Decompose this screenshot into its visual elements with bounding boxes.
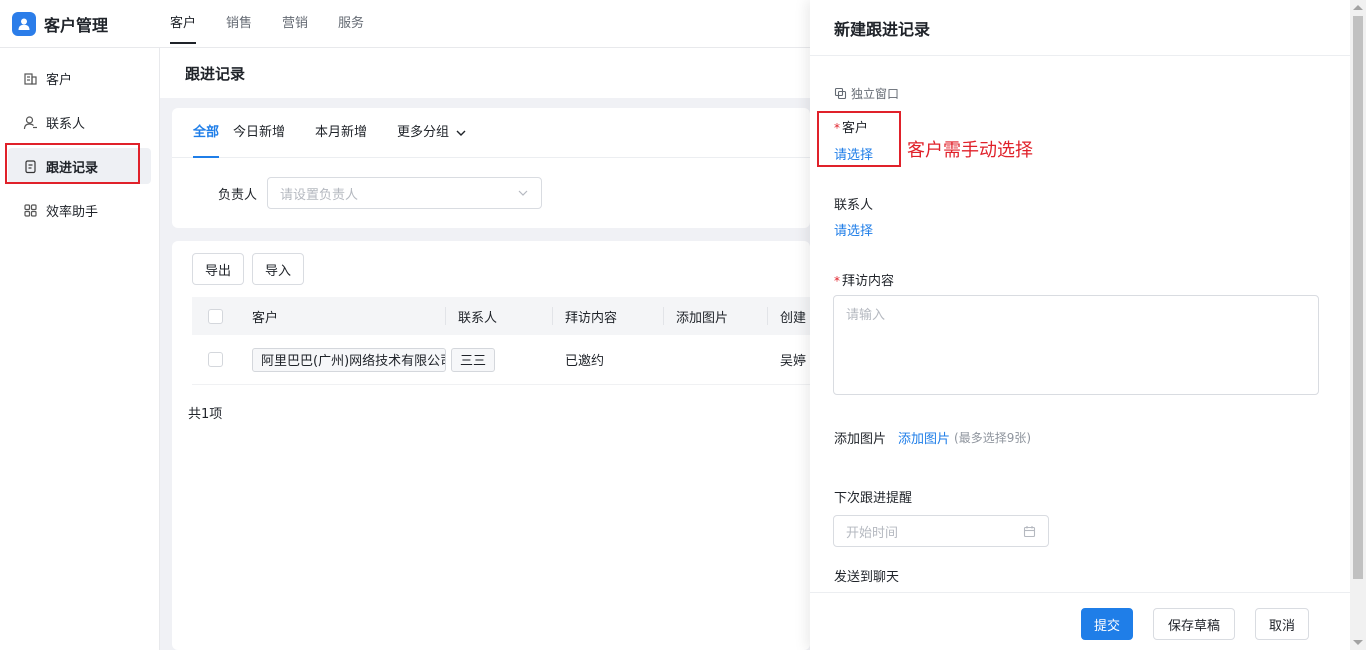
tab-today[interactable]: 今日新增 <box>233 108 285 158</box>
column-header-images: 添加图片 <box>676 310 729 326</box>
add-images-link[interactable]: 添加图片 <box>898 428 950 447</box>
grid-icon <box>22 202 38 218</box>
user-logo-icon <box>12 11 36 36</box>
app-title: 客户管理 <box>44 15 109 35</box>
top-bar: 客户管理 客户 销售 营销 服务 <box>0 0 810 48</box>
calendar-icon <box>1023 525 1036 538</box>
topnav-customer[interactable]: 客户 <box>170 0 197 48</box>
visit-content-cell: 已邀约 <box>565 354 605 369</box>
required-mark: * <box>834 274 840 288</box>
chevron-down-icon <box>517 187 529 199</box>
table-row[interactable]: 阿里巴巴(广州)网络技术有限公司 三三 已邀约 吴婷 <box>192 335 810 385</box>
new-followup-drawer: 新建跟进记录 独立窗口 * 客户 请选择 客户需手动选择 联系人 请选择 * 拜访内… <box>810 0 1366 650</box>
table-header: 客户 联系人 拜访内容 添加图片 创建 <box>192 297 810 335</box>
table-total: 共1项 <box>188 407 223 422</box>
page-title: 跟进记录 <box>160 48 810 98</box>
topnav-marketing[interactable]: 营销 <box>282 0 308 48</box>
reminder-date-input[interactable]: 开始时间 <box>833 515 1049 547</box>
owner-filter-label: 负责人 <box>218 187 258 203</box>
sidebar-item-label: 效率助手 <box>46 204 99 220</box>
sidebar-item-customer[interactable]: 客户 <box>8 60 151 96</box>
contact-tag[interactable]: 三三 <box>451 347 496 372</box>
contact-field-label: 联系人 <box>834 198 874 213</box>
reminder-date-placeholder: 开始时间 <box>846 525 899 541</box>
select-all-checkbox[interactable] <box>207 308 223 324</box>
column-header-contact: 联系人 <box>458 310 498 326</box>
tab-this-month[interactable]: 本月新增 <box>315 108 367 158</box>
highlight-box-customer <box>817 111 901 167</box>
row-checkbox[interactable] <box>207 352 223 367</box>
sidebar: 客户 联系人 跟进记录 效率助手 <box>0 48 160 650</box>
tab-bar: 全部 今日新增 本月新增 更多分组 <box>172 108 810 158</box>
topnav-service[interactable]: 服务 <box>338 0 364 48</box>
save-draft-button[interactable]: 保存草稿 <box>1153 608 1235 640</box>
followup-table: 客户 联系人 拜访内容 添加图片 创建 阿里巴巴(广州)网络技术有限公司 三三 … <box>192 297 810 385</box>
submit-button[interactable]: 提交 <box>1081 608 1133 640</box>
drawer-title: 新建跟进记录 <box>810 0 1366 56</box>
images-hint: (最多选择9张) <box>954 431 1032 445</box>
highlight-box-sidebar <box>5 143 140 184</box>
popout-icon <box>834 87 847 100</box>
sidebar-item-assistant[interactable]: 效率助手 <box>8 192 151 228</box>
building-icon <box>22 70 38 86</box>
send-chat-field-label: 发送到聊天 <box>834 570 900 585</box>
reminder-field-label: 下次跟进提醒 <box>834 491 913 506</box>
topnav-sales[interactable]: 销售 <box>226 0 252 48</box>
sidebar-item-contacts[interactable]: 联系人 <box>8 104 151 140</box>
main-content: 跟进记录 全部 今日新增 本月新增 更多分组 负责人 请设置负责人 导出 导入 … <box>160 48 810 650</box>
popout-window-button[interactable]: 独立窗口 <box>834 85 899 102</box>
import-button[interactable]: 导入 <box>252 253 305 285</box>
action-buttons: 导出 导入 <box>172 241 810 285</box>
top-nav: 客户 销售 营销 服务 <box>170 0 394 48</box>
tab-all[interactable]: 全部 <box>193 108 220 158</box>
annotation-text: 客户需手动选择 <box>907 140 1033 161</box>
contact-select-link[interactable]: 请选择 <box>834 220 873 239</box>
owner-filter: 负责人 请设置负责人 <box>172 177 810 209</box>
visit-content-textarea[interactable]: 请输入 <box>833 295 1319 395</box>
column-header-customer: 客户 <box>252 310 279 326</box>
scroll-down-icon[interactable] <box>1353 640 1363 645</box>
drawer-scrollbar[interactable] <box>1350 0 1366 650</box>
tab-more-groups[interactable]: 更多分组 <box>397 108 467 158</box>
sidebar-item-label: 联系人 <box>46 116 86 132</box>
export-button[interactable]: 导出 <box>192 253 245 285</box>
owner-select[interactable]: 请设置负责人 <box>267 177 543 209</box>
column-header-creator: 创建 <box>780 310 807 326</box>
filter-card: 全部 今日新增 本月新增 更多分组 负责人 请设置负责人 <box>172 108 810 228</box>
app-logo: 客户管理 <box>12 11 172 36</box>
contact-icon <box>22 114 38 130</box>
owner-select-placeholder: 请设置负责人 <box>280 187 359 203</box>
visit-content-field-label: * 拜访内容 <box>834 270 894 289</box>
creator-cell: 吴婷 <box>780 354 807 369</box>
sidebar-item-label: 客户 <box>46 72 73 88</box>
popout-label: 独立窗口 <box>851 87 900 101</box>
tab-more-groups-label: 更多分组 <box>397 124 450 140</box>
column-header-visit-content: 拜访内容 <box>565 310 618 326</box>
cancel-button[interactable]: 取消 <box>1255 608 1309 640</box>
images-field: 添加图片 添加图片 (最多选择9张) <box>834 428 1031 447</box>
customer-tag[interactable]: 阿里巴巴(广州)网络技术有限公司 <box>252 347 446 372</box>
chevron-down-icon <box>455 127 467 139</box>
visit-content-label-text: 拜访内容 <box>842 274 895 289</box>
scroll-up-icon[interactable] <box>1353 5 1363 10</box>
drawer-body: 独立窗口 * 客户 请选择 客户需手动选择 联系人 请选择 * 拜访内容 请输入 添… <box>810 56 1350 592</box>
images-label: 添加图片 <box>834 432 887 447</box>
drawer-footer: 提交 保存草稿 取消 <box>810 592 1350 650</box>
table-card: 导出 导入 客户 联系人 拜访内容 添加图片 创建 阿里巴巴(广州)网络技术有限… <box>172 241 810 650</box>
scrollbar-thumb[interactable] <box>1353 16 1363 579</box>
